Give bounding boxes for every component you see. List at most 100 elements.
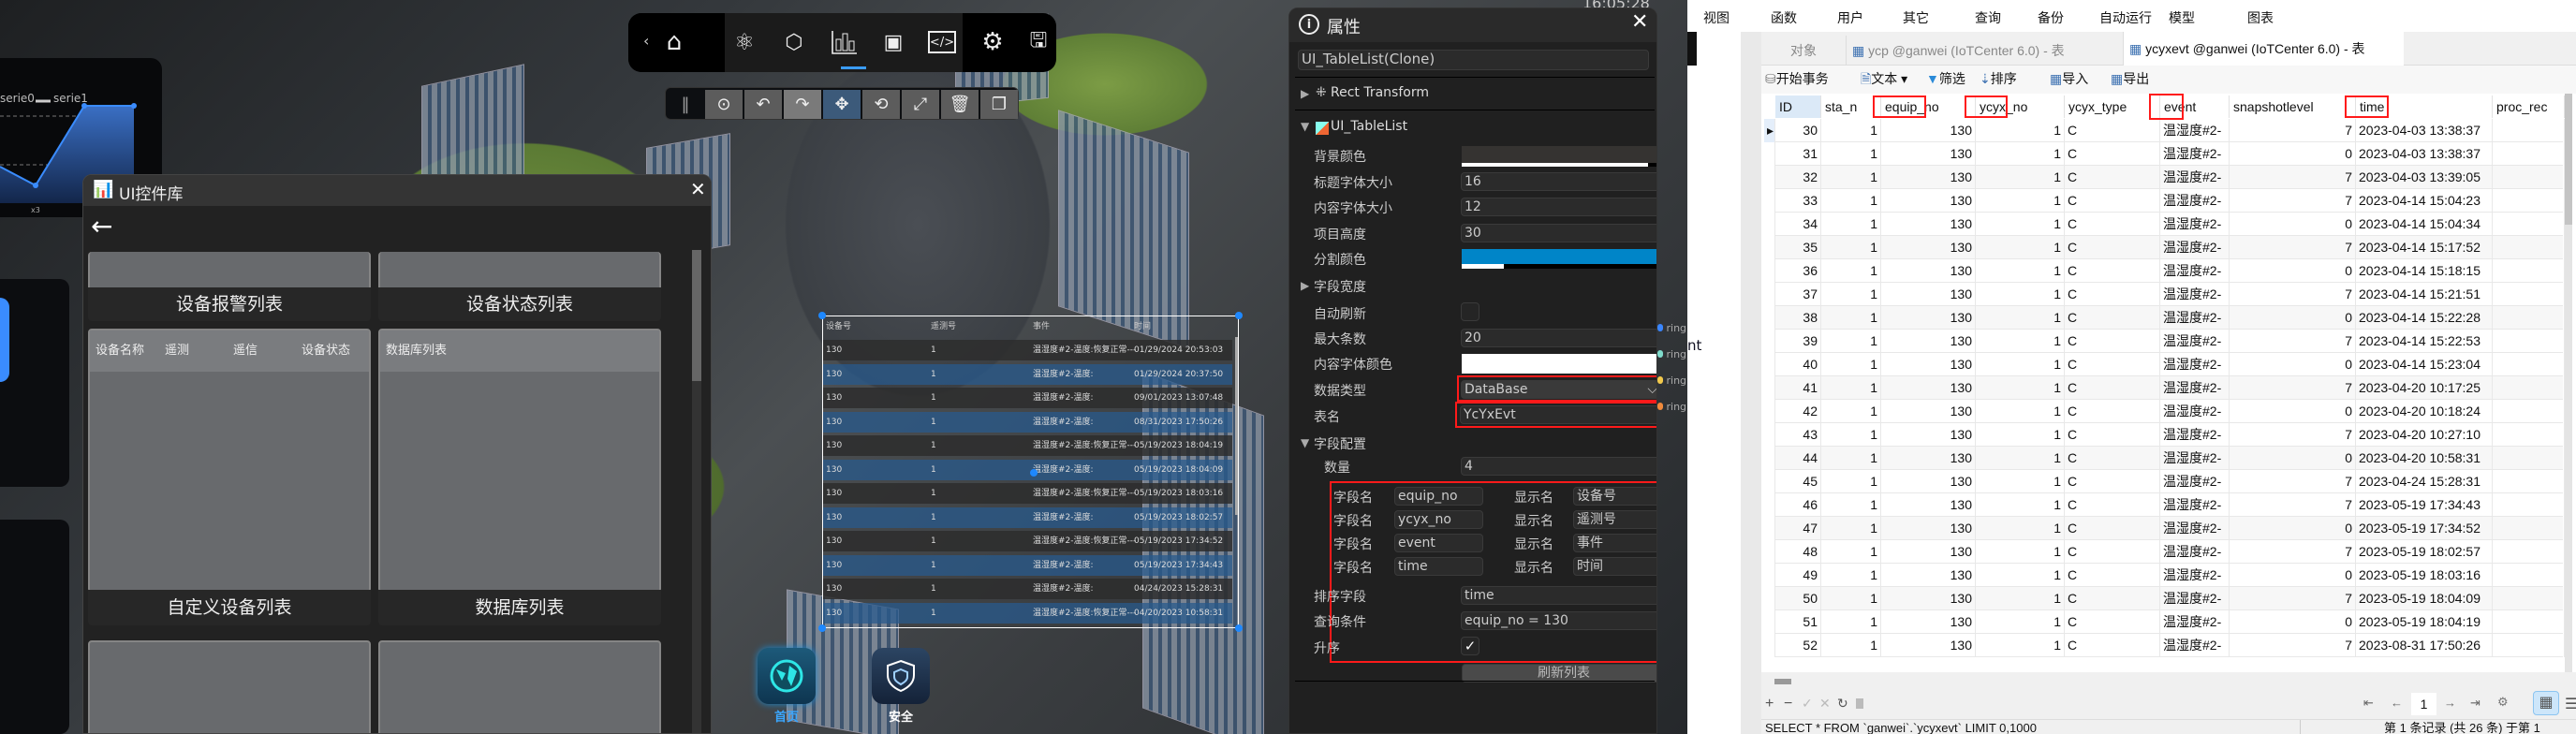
table-cell[interactable]: 130 [1881,166,1976,189]
menu-users[interactable]: 用户 [1837,8,1863,27]
table-cell[interactable]: 2023-04-14 15:04:34 [2356,213,2493,236]
table-cell[interactable]: 0 [2230,306,2356,330]
table-cell[interactable]: 51 [1775,610,1821,634]
table-cell[interactable]: C [2065,259,2160,283]
card-preview[interactable]: 数据库列表 [378,329,661,593]
row-marker[interactable] [1764,330,1775,353]
table-cell[interactable]: C [2065,119,2160,142]
table-cell[interactable]: 0 [2230,142,2356,166]
table-cell[interactable]: 34 [1775,213,1821,236]
row-marker[interactable] [1764,213,1775,236]
table-cell[interactable]: 1 [1976,283,2065,306]
table-cell[interactable]: 1 [1821,306,1881,330]
cube-icon[interactable]: ⬡ [778,26,810,58]
max-items-input[interactable]: 20 [1461,329,1656,347]
column-header-snapshotlevel[interactable]: snapshotlevel [2230,95,2356,118]
card-preview[interactable] [378,640,661,733]
table-cell[interactable]: 35 [1775,236,1821,259]
table-cell[interactable]: 1 [1821,610,1881,634]
table-cell[interactable]: 温湿度#2- [2160,283,2230,306]
table-row[interactable]: 38 1 130 1 C 温湿度#2- 0 2023-04-14 15:22:28 [1764,306,2565,330]
scale-icon[interactable]: ⤢ [902,90,939,119]
table-cell[interactable]: 2023-04-14 15:18:15 [2356,259,2493,283]
table-cell[interactable]: 1 [1821,587,1881,610]
table-row[interactable]: 41 1 130 1 C 温湿度#2- 7 2023-04-20 10:17:25 [1764,376,2565,400]
table-cell[interactable]: 2023-04-14 15:21:51 [2356,283,2493,306]
next-page-icon[interactable]: → [2444,696,2456,710]
table-cell[interactable]: 43 [1775,423,1821,447]
page-number-input[interactable]: 1 [2411,693,2436,715]
table-cell[interactable]: 30 [1775,119,1821,142]
table-cell[interactable] [2493,447,2565,470]
table-cell[interactable]: 温湿度#2- [2160,517,2230,540]
collapse-chevron-icon[interactable]: ‹ [643,32,649,50]
table-cell[interactable]: 2023-04-20 10:58:31 [2356,447,2493,470]
table-cell[interactable]: 130 [1881,447,1976,470]
delete-record-icon[interactable]: − [1784,696,1792,712]
card-label[interactable]: 设备状态列表 [378,287,661,321]
table-cell[interactable]: 7 [2230,236,2356,259]
table-cell[interactable]: 1 [1821,564,1881,587]
table-cell[interactable] [2493,610,2565,634]
move-icon[interactable]: ✥ [823,90,861,119]
table-cell[interactable]: 1 [1976,189,2065,213]
table-cell[interactable]: 31 [1775,142,1821,166]
table-cell[interactable] [2493,470,2565,493]
menu-automation[interactable]: 自动运行 [2099,8,2152,27]
table-cell[interactable]: 130 [1881,189,1976,213]
table-cell[interactable]: 42 [1775,400,1821,423]
table-cell[interactable]: 1 [1976,306,2065,330]
title-font-size-input[interactable]: 16 [1461,172,1656,191]
card-preview[interactable] [88,640,371,733]
apply-icon[interactable]: ✓ [1802,696,1813,712]
close-icon[interactable]: ✕ [690,178,706,200]
table-cell[interactable] [2493,423,2565,447]
table-cell[interactable]: 1 [1976,259,2065,283]
table-cell[interactable]: 1 [1976,119,2065,142]
begin-transaction-button[interactable]: ⛁开始事务 [1765,69,1829,88]
table-cell[interactable] [2493,376,2565,400]
table-row[interactable]: 130 1 温湿度#2-温度: 09/01/2023 13:07:48 [823,388,1232,408]
table-cell[interactable]: 1 [1821,119,1881,142]
table-cell[interactable]: 130 [1881,353,1976,376]
table-cell[interactable]: 7 [2230,330,2356,353]
table-cell[interactable] [2493,283,2565,306]
import-button[interactable]: ▦导入 [2050,69,2088,88]
table-cell[interactable]: 1 [1821,213,1881,236]
table-cell[interactable]: 1 [1821,540,1881,564]
discard-icon[interactable]: ✕ [1819,696,1831,712]
table-cell[interactable]: 2023-04-14 15:22:53 [2356,330,2493,353]
table-cell[interactable]: 38 [1775,306,1821,330]
table-row[interactable]: 48 1 130 1 C 温湿度#2- 7 2023-05-19 18:02:57 [1764,540,2565,564]
expand-arrow-icon[interactable]: ▶ [1301,87,1309,100]
add-record-icon[interactable]: + [1765,696,1774,712]
table-cell[interactable]: C [2065,447,2160,470]
table-cell[interactable]: C [2065,306,2160,330]
refresh-list-button[interactable]: 刷新列表 [1462,664,1656,683]
row-marker[interactable] [1764,470,1775,493]
table-cell[interactable]: 1 [1821,517,1881,540]
table-cell[interactable]: 0 [2230,564,2356,587]
table-cell[interactable] [2493,306,2565,330]
table-cell[interactable]: 48 [1775,540,1821,564]
code-icon[interactable]: </> [928,31,956,53]
column-header-ycyx-type[interactable]: ycyx_type [2065,95,2160,118]
table-row[interactable]: 130 1 温湿度#2-温度: 05/19/2023 18:02:57 [823,506,1232,528]
table-row[interactable]: 37 1 130 1 C 温湿度#2- 7 2023-04-14 15:21:51 [1764,283,2565,306]
table-list-widget[interactable]: 设备号 遥测号 事件 时间 130 1 温湿度#2-温度:恢复正常--- 01/29/… [818,312,1243,632]
table-cell[interactable]: 45 [1775,470,1821,493]
table-row[interactable]: 130 1 温湿度#2-温度: 01/29/2024 20:37:50 [823,363,1232,385]
row-marker[interactable] [1764,166,1775,189]
table-row[interactable]: 45 1 130 1 C 温湿度#2- 7 2023-04-24 15:28:31 [1764,470,2565,493]
sort-button[interactable]: ⇣排序 [1980,69,2017,88]
table-cell[interactable]: 0 [2230,517,2356,540]
object-name-field[interactable]: UI_TableList(Clone) [1298,50,1649,70]
table-cell[interactable] [2493,142,2565,166]
row-marker[interactable] [1764,540,1775,564]
table-cell[interactable] [2493,517,2565,540]
table-cell[interactable]: 温湿度#2- [2160,142,2230,166]
table-cell[interactable]: 130 [1881,400,1976,423]
redo-icon[interactable]: ↷ [784,90,821,119]
column-header-ID[interactable]: ID [1775,95,1821,118]
row-marker[interactable] [1764,564,1775,587]
